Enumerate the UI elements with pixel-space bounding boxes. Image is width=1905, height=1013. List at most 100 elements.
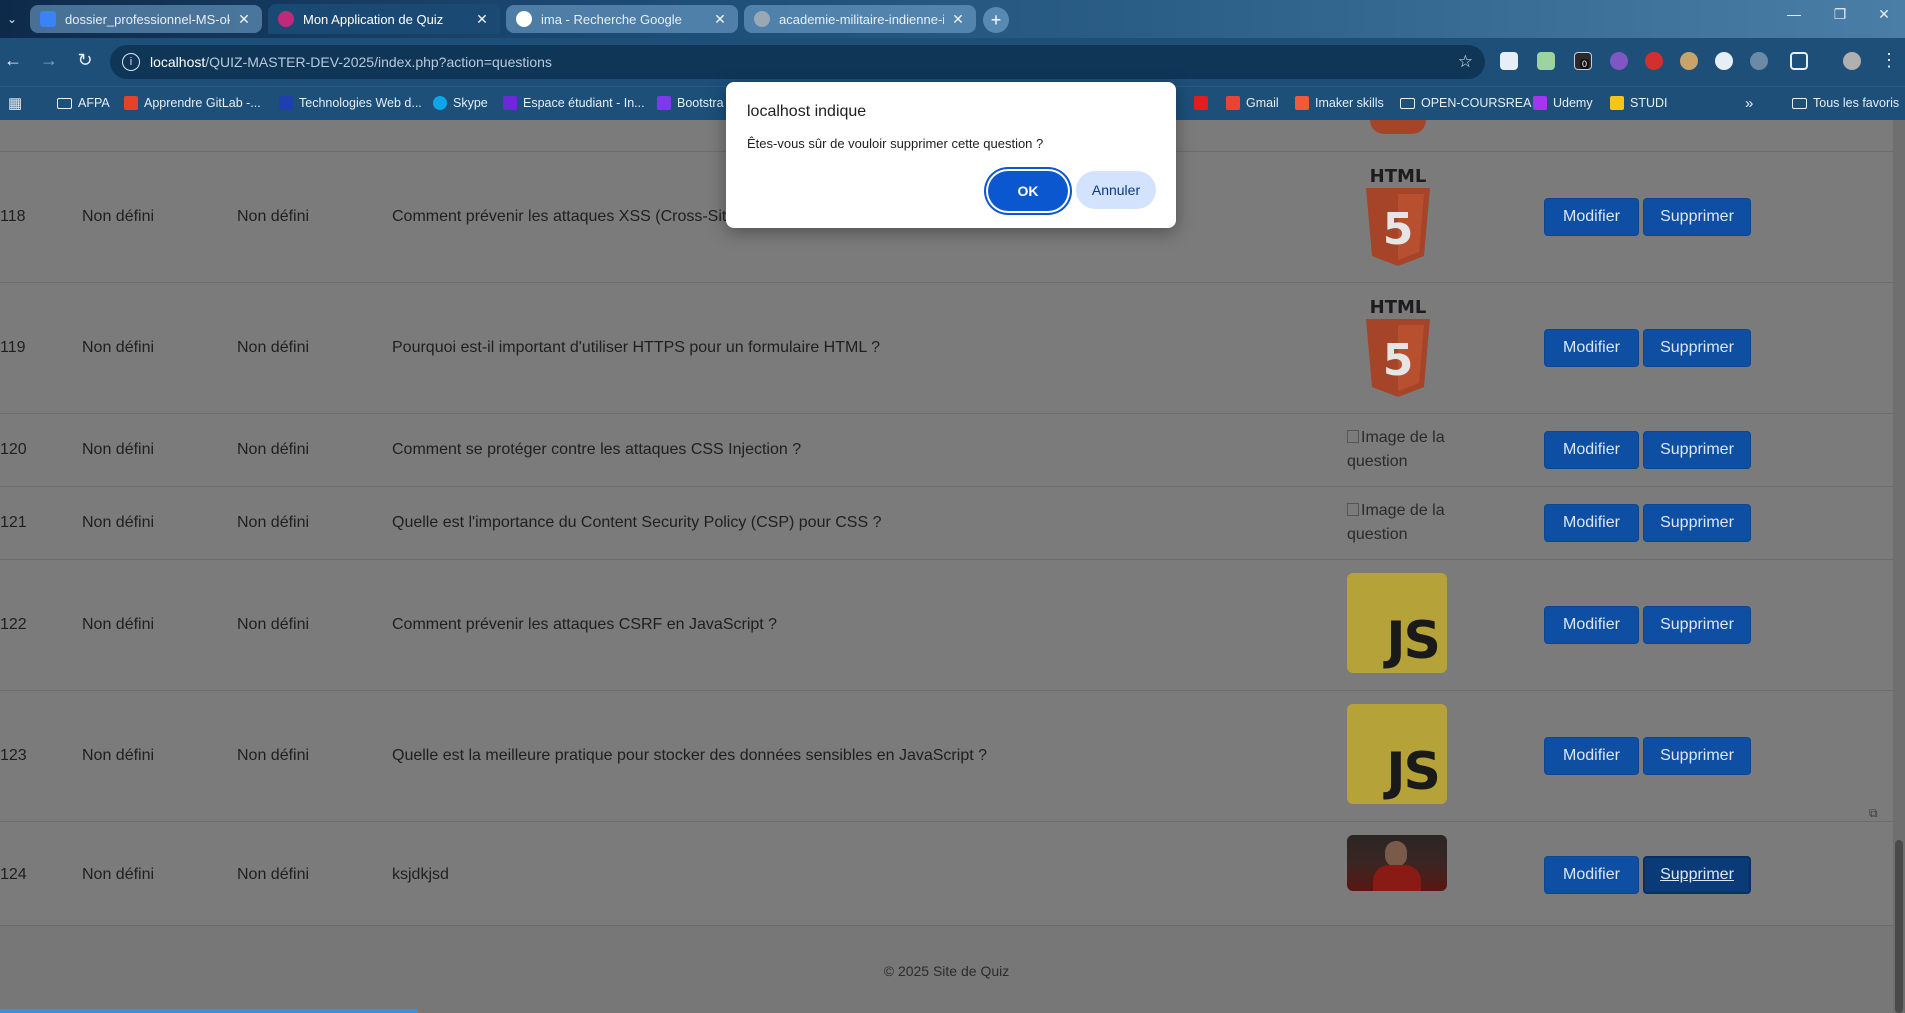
bookmark-studi[interactable]: STUDI [1610,92,1668,114]
skype-icon [433,96,447,110]
menu-kebab-icon[interactable]: ⋮ [1876,50,1902,71]
edit-question-button[interactable]: Modifier [1544,737,1639,775]
forward-arrow-icon[interactable]: → [36,50,62,71]
question-category: Non défini [82,208,155,225]
edit-question-button[interactable]: Modifier [1544,198,1639,236]
reload-icon[interactable]: ↻ [72,50,98,71]
question-difficulty: Non défini [237,866,310,883]
scrollbar-thumb[interactable] [1895,840,1903,1013]
question-text: ksjdkjsd [392,866,449,883]
site-info-icon[interactable]: i [122,53,140,71]
edit-question-button[interactable]: Modifier [1544,504,1639,542]
all-bookmarks-folder[interactable]: Tous les favoris [1792,92,1899,114]
question-category: Non défini [82,616,155,633]
close-window-icon[interactable]: ✕ [1864,6,1904,23]
bookmark-open-coursrea[interactable]: OPEN-COURSREA [1400,92,1531,114]
apps-grid-icon[interactable]: ▦ [8,92,22,114]
studi-icon [1610,96,1624,110]
new-tab-button[interactable]: + [983,7,1009,33]
tab-dossier-professionnel[interactable]: dossier_professionnel-MS-ok.d ✕ [30,5,262,33]
close-tab-icon[interactable]: ✕ [712,11,728,28]
folder-icon [1400,97,1415,109]
tab-search-chevron-icon[interactable]: ⌄ [2,8,22,30]
extension-counter-icon[interactable]: 0 [1574,52,1592,70]
page-load-progress [0,1009,418,1013]
question-id: 123 [0,747,27,764]
extension-mail-icon[interactable] [1537,52,1555,70]
javascript-logo: JS [1347,573,1447,673]
broken-image-icon [1347,430,1359,443]
question-category: Non défini [82,339,155,356]
svg-text:5: 5 [1383,204,1414,255]
youtube-icon[interactable] [1194,92,1214,114]
back-arrow-icon[interactable]: ← [0,50,26,71]
bookmark-espace-etudiant[interactable]: Espace étudiant - In... [503,92,645,114]
svg-text:HTML: HTML [1370,297,1427,318]
docs-icon [40,11,56,27]
confirm-dialog: localhost indique Êtes-vous sûr de voulo… [726,82,1176,228]
ok-button[interactable]: OK [988,171,1068,211]
adblock-icon[interactable] [1645,52,1663,70]
edit-question-button[interactable]: Modifier [1544,329,1639,367]
extension-recycle-icon[interactable] [1750,52,1768,70]
extensions-puzzle-icon[interactable] [1790,52,1808,70]
edit-question-button[interactable]: Modifier [1544,606,1639,644]
tab-strip: ⌄ dossier_professionnel-MS-ok.d ✕ Mon Ap… [0,0,1905,38]
bookmark-skype[interactable]: Skype [433,92,488,114]
question-id: 122 [0,616,27,633]
extension-brackets-icon[interactable] [1610,52,1628,70]
table-row: 121 Non défini Non défini Quelle est l'i… [0,487,1893,560]
edit-question-button[interactable]: Modifier [1544,431,1639,469]
tab-quiz-app[interactable]: Mon Application de Quiz ✕ [268,4,500,34]
question-text: Quelle est la meilleure pratique pour st… [392,747,987,764]
globe-icon [754,11,770,27]
close-tab-icon[interactable]: ✕ [950,11,966,28]
udemy-icon [1533,96,1547,110]
address-bar[interactable]: i localhost /QUIZ-MASTER-DEV-2025/index.… [110,45,1485,79]
delete-question-button[interactable]: Supprimer [1643,504,1751,542]
delete-question-button[interactable]: Supprimer [1643,198,1751,236]
gmail-icon [1226,96,1240,110]
more-bookmarks-chevron-icon[interactable]: » [1745,92,1753,114]
bookmark-udemy[interactable]: Udemy [1533,92,1593,114]
bookmark-imaker-skills[interactable]: Imaker skills [1295,92,1384,114]
close-tab-icon[interactable]: ✕ [236,11,252,28]
extension-s-icon[interactable] [1500,52,1518,70]
html5-logo: HTML 5 [1366,297,1430,397]
delete-question-button[interactable]: Supprimer [1643,856,1751,894]
restore-icon[interactable]: ❐ [1820,6,1860,23]
delete-question-button[interactable]: Supprimer [1643,329,1751,367]
minimize-icon[interactable]: — [1774,6,1814,22]
extension-owl-icon[interactable] [1680,52,1698,70]
bookmark-technologies-web[interactable]: Technologies Web d... [279,92,422,114]
bookmark-gitlab[interactable]: Apprendre GitLab -... [124,92,261,114]
bookmark-site-icon [279,96,293,110]
question-difficulty: Non défini [237,616,310,633]
question-category: Non défini [82,747,155,764]
question-text: Comment prévenir les attaques CSRF en Ja… [392,616,778,633]
question-text: Comment prévenir les attaques XSS (Cross… [392,208,736,225]
question-image-broken: Image de la question [1347,502,1445,543]
delete-question-button[interactable]: Supprimer [1643,737,1751,775]
delete-question-button[interactable]: Supprimer [1643,606,1751,644]
cancel-button[interactable]: Annuler [1076,171,1156,209]
bookmark-bootstrap[interactable]: Bootstra [657,92,724,114]
dialog-title: localhost indique [747,103,867,120]
bookmark-afpa[interactable]: AFPA [57,92,110,114]
extension-cloud-icon[interactable] [1715,52,1733,70]
bookmark-star-icon[interactable]: ☆ [1458,52,1473,72]
profile-avatar[interactable] [1843,52,1861,70]
broken-image-icon [1347,503,1359,516]
bookmark-site-icon [503,96,517,110]
bookmark-gmail[interactable]: Gmail [1226,92,1279,114]
folder-icon [1792,97,1807,109]
edit-question-button[interactable]: Modifier [1544,856,1639,894]
question-id: 119 [0,339,26,356]
question-text: Quelle est l'importance du Content Secur… [392,514,882,531]
tab-academie-militaire[interactable]: academie-militaire-indienne-im ✕ [744,5,976,33]
resize-handle-icon[interactable]: ⧉ [1869,806,1889,824]
delete-question-button[interactable]: Supprimer [1643,431,1751,469]
tab-google-search[interactable]: ima - Recherche Google ✕ [506,5,738,33]
gitlab-icon [124,96,138,110]
close-tab-icon[interactable]: ✕ [474,11,490,28]
